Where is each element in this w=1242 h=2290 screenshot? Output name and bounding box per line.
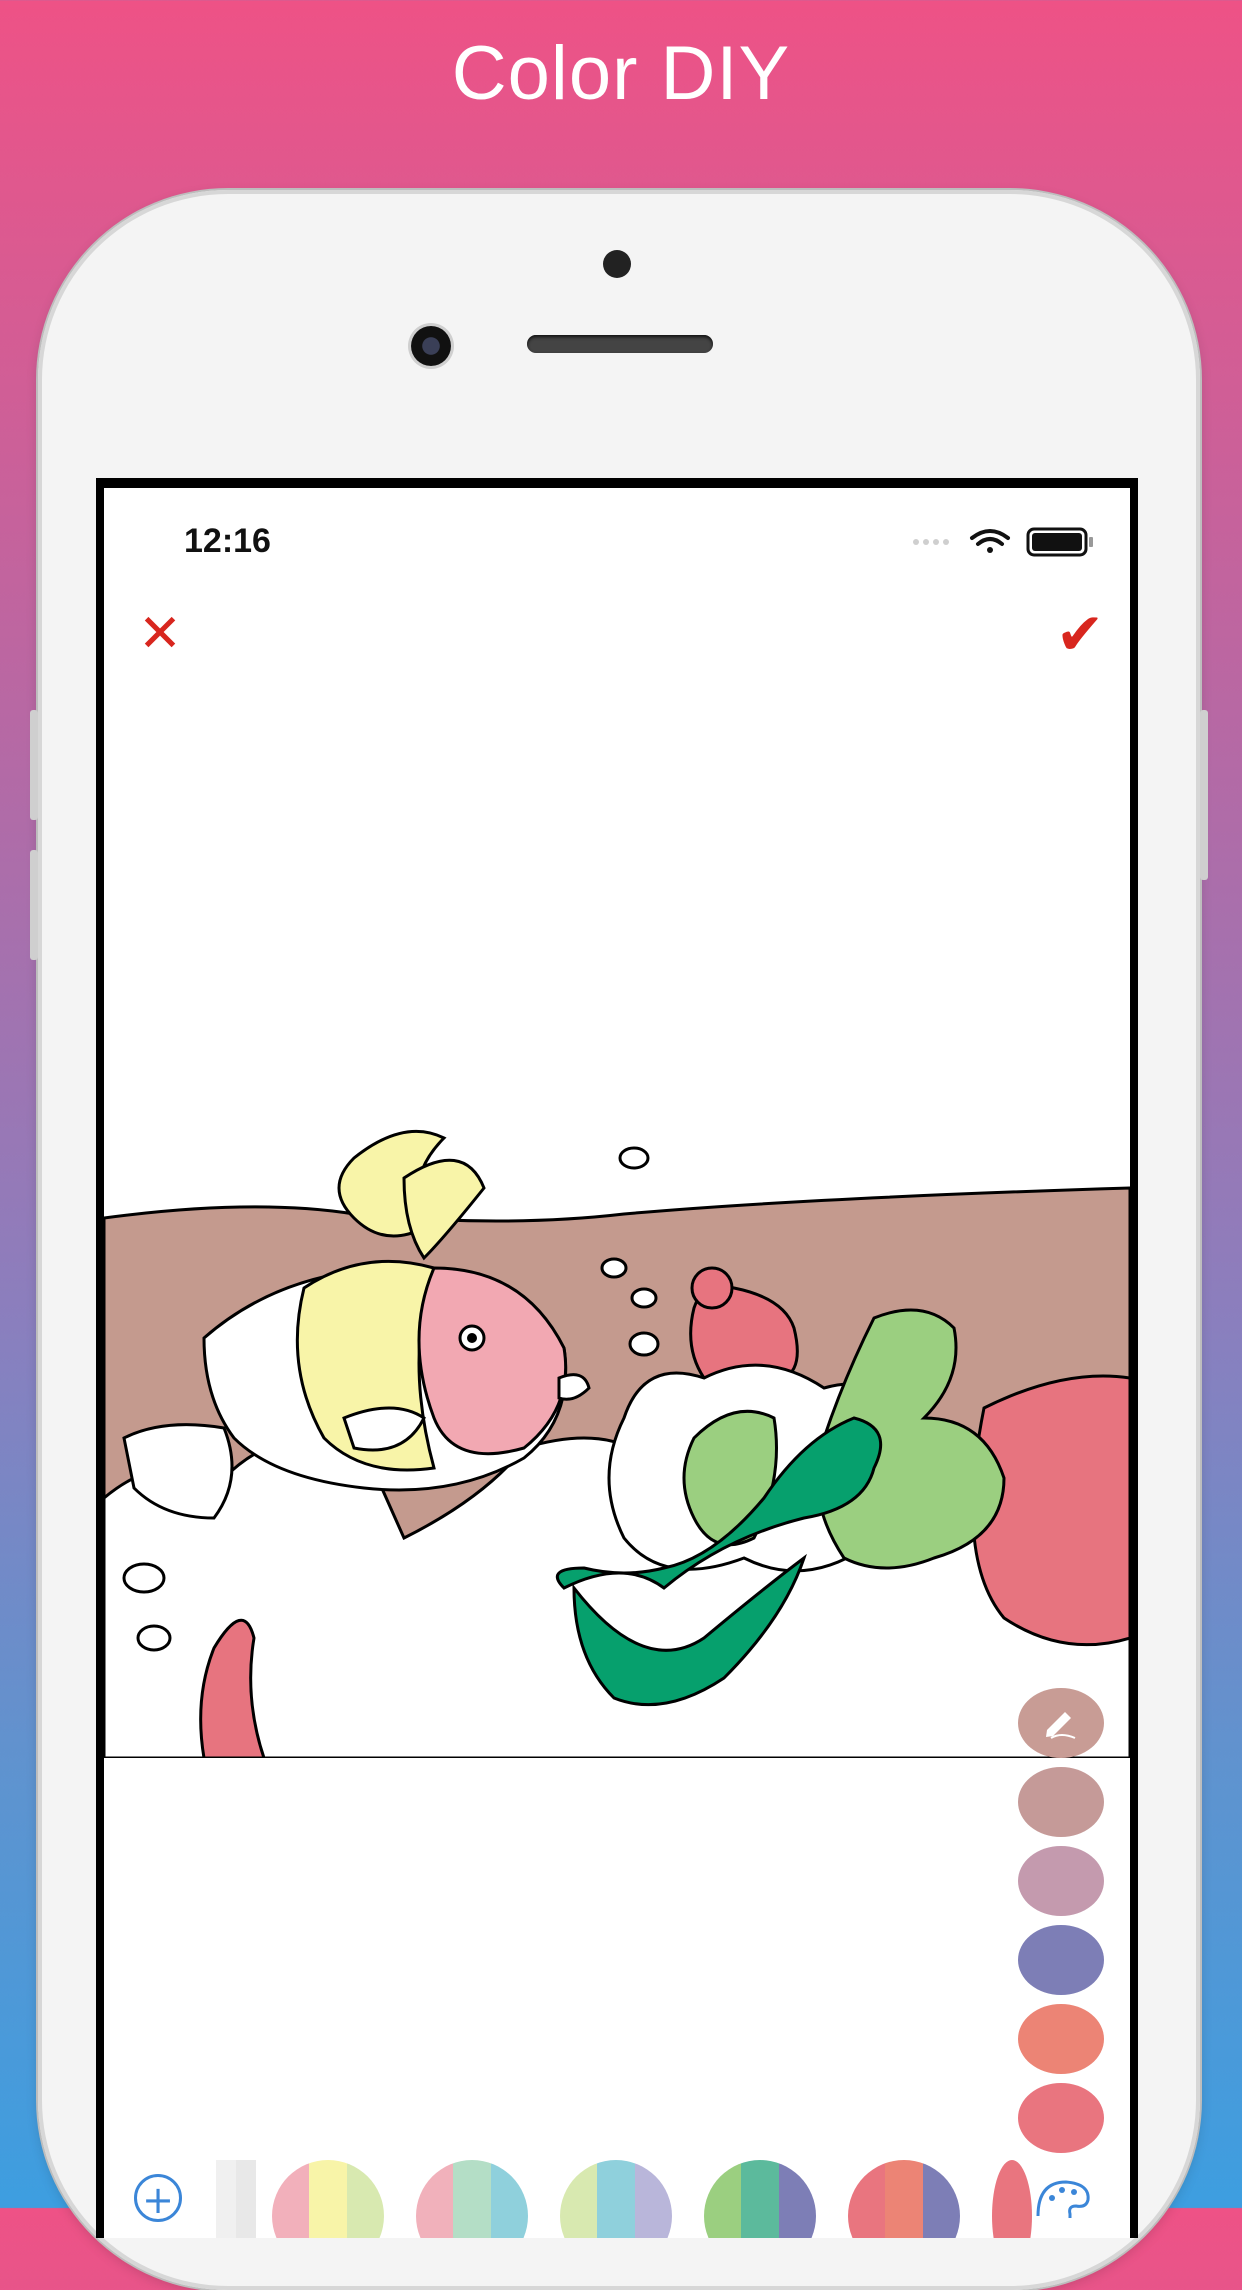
palette-stripe (778, 2160, 816, 2238)
signal-icon (913, 539, 949, 545)
palette-swatch[interactable] (416, 2160, 528, 2238)
pencil-icon (1046, 1712, 1076, 1739)
palette-stripe (597, 2160, 635, 2238)
palette-stripe (704, 2160, 742, 2238)
wifi-icon (970, 529, 1010, 553)
palette-stripe (848, 2160, 886, 2238)
bubble (618, 1146, 650, 1170)
coloring-screen: 12:16 ✕ ✔ + (104, 488, 1130, 2238)
palette-stripe (741, 2160, 779, 2238)
bubble (630, 1287, 658, 1309)
confirm-button[interactable]: ✔ (1050, 604, 1110, 664)
color-dot[interactable] (1018, 2004, 1104, 2074)
phone-screen: 12:16 ✕ ✔ + (96, 478, 1138, 2238)
bubble (600, 1257, 628, 1279)
palette-stripe (216, 2160, 236, 2238)
color-dot[interactable] (1018, 1925, 1104, 1995)
palette-stripe (634, 2160, 672, 2238)
color-dot[interactable] (1018, 2083, 1104, 2153)
picked-colors (1018, 1688, 1104, 2162)
fish-pupil (467, 1333, 477, 1343)
palette-swatch[interactable] (704, 2160, 816, 2238)
battery-icon (1026, 527, 1093, 557)
bubble (628, 1331, 660, 1357)
palette-stripe (490, 2160, 528, 2238)
coloring-canvas[interactable] (104, 1118, 1130, 1758)
phone-side-button (30, 850, 38, 960)
app-headline: Color DIY (451, 31, 791, 116)
palette-stripe (922, 2160, 960, 2238)
front-camera (603, 250, 631, 278)
earpiece-speaker (527, 335, 713, 353)
status-icons (913, 527, 1093, 557)
palette-swatch[interactable] (560, 2160, 672, 2238)
palette-stripe (560, 2160, 598, 2238)
palette-stripe (236, 2160, 256, 2238)
palette-stripe (885, 2160, 923, 2238)
pebble (136, 1624, 172, 1652)
palette-swatch[interactable] (992, 2160, 1032, 2238)
red-coral-tip (690, 1266, 734, 1310)
palette-stripe (992, 2160, 1032, 2238)
color-dot[interactable] (1018, 1846, 1104, 1916)
color-dot[interactable] (1018, 1767, 1104, 1837)
palette-stripe (272, 2160, 310, 2238)
palette-swatch[interactable] (216, 2160, 256, 2238)
phone-side-button (30, 710, 38, 820)
palette-row (216, 2148, 1126, 2238)
phone-side-button (1200, 710, 1208, 880)
palette-stripe (309, 2160, 347, 2238)
palette-swatch[interactable] (848, 2160, 960, 2238)
status-time: 12:16 (184, 522, 271, 560)
close-button[interactable]: ✕ (130, 604, 190, 664)
palette-swatch[interactable] (272, 2160, 384, 2238)
color-dot-current[interactable] (1018, 1688, 1104, 1758)
palette-stripe (346, 2160, 384, 2238)
add-palette-button[interactable]: + (134, 2174, 182, 2222)
palette-stripe (416, 2160, 454, 2238)
palette-stripe (453, 2160, 491, 2238)
palette-icon[interactable] (1034, 2178, 1092, 2218)
camera-lens (411, 326, 451, 366)
pebble (122, 1562, 166, 1594)
